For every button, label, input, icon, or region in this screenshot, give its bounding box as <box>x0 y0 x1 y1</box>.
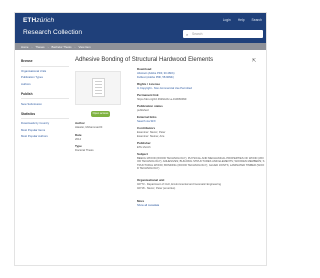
field-value: published <box>137 109 149 112</box>
sidebar-item-organisational-units[interactable]: Organisational Units <box>21 69 69 73</box>
divider <box>21 118 69 120</box>
sidebar-item-downloads-by-country[interactable]: Downloads by Country <box>21 121 69 125</box>
search-icon: ⌕ <box>186 31 189 37</box>
document-icon <box>92 78 105 97</box>
search-placeholder: Search <box>192 32 203 36</box>
field-label: Date <box>75 133 82 137</box>
header-bar: ETHzürich Login Help Search Research Col… <box>15 13 266 43</box>
field-publisher: Publisher ETH Zurich <box>137 141 265 149</box>
field-rights: Rights / License In Copyright - Non-Comm… <box>137 82 265 90</box>
breadcrumb-separator: › <box>74 45 76 49</box>
subject-keywords[interactable]: BEECH WOOD (WOOD TECHNOLOGY); PHYSICAL A… <box>137 157 265 171</box>
divider <box>21 65 69 67</box>
divider <box>21 98 69 100</box>
sidebar-item-authors[interactable]: Authors <box>21 82 69 86</box>
nav-help[interactable]: Help <box>238 18 245 22</box>
field-external-links: External links Search via SFX <box>137 115 265 123</box>
contributor[interactable]: Examiner: Steiner, Arie <box>137 135 265 138</box>
fulltext-pdf-link[interactable]: Fulltext (Adobe PDF, 58.90Mb) <box>137 76 265 79</box>
sidebar-item-most-popular-items[interactable]: Most Popular Items <box>21 128 69 132</box>
sidebar-heading-statistics: Statistics <box>21 111 36 116</box>
breadcrumb-home[interactable]: Home <box>21 45 28 49</box>
field-organisational-unit: Organisational unit 02773 - Department o… <box>137 178 265 191</box>
item-title: Adhesive Bonding of Structural Hardwood … <box>75 57 214 63</box>
document-thumbnail[interactable] <box>75 71 121 105</box>
sidebar-heading-publish: Publish <box>21 91 33 96</box>
field-label: Rights / License <box>137 82 161 86</box>
field-label: Publisher <box>137 141 151 145</box>
org-unit-link[interactable]: 02718 - Niemz, Peter (emeritus) <box>137 187 265 190</box>
sidebar-item-most-popular-authors[interactable]: Most Popular Authors <box>21 134 69 138</box>
field-date: Date 2014 <box>75 133 127 141</box>
field-label: Subject <box>137 152 148 156</box>
field-label: Publication status <box>137 104 163 108</box>
breadcrumb-type[interactable]: Bachelor Thesis <box>52 45 72 49</box>
field-author: Author Hässler, Mohammad R. <box>75 121 127 129</box>
logo-light: zürich <box>36 17 55 24</box>
sidebar: Browse Organisational Units Publication … <box>21 55 69 138</box>
field-subject: Subject BEECH WOOD (WOOD TECHNOLOGY); PH… <box>137 152 265 171</box>
breadcrumb-current: View Item <box>78 45 91 49</box>
field-label: Author <box>75 121 85 125</box>
field-contributors: Contributors Examiner: Niemz, Peter Exam… <box>137 126 265 139</box>
author-link[interactable]: Hässler, Mohammad R. <box>75 126 127 129</box>
sidebar-item-new-submission[interactable]: New Submission <box>21 102 69 106</box>
export-icon[interactable]: ⇱ <box>252 58 256 64</box>
search-input[interactable]: ⌕ Search <box>183 30 263 38</box>
field-label: Type <box>75 144 82 148</box>
org-unit-link[interactable]: 02773 - Department of Civil, Environment… <box>137 183 265 186</box>
sidebar-heading-browse: Browse <box>21 59 33 63</box>
breadcrumb-theses[interactable]: Theses <box>35 45 44 49</box>
field-label: More <box>137 199 145 203</box>
sfx-link[interactable]: Search via SFX <box>137 120 265 123</box>
top-nav: Login Help Search <box>223 18 262 22</box>
nav-login[interactable]: Login <box>223 18 231 22</box>
breadcrumb: Home › Theses › Bachelor Thesis › View Item <box>15 43 266 50</box>
abstract-pdf-link[interactable]: Abstract (Adobe PDF, 30.46Kb) <box>137 72 265 75</box>
field-permanent-link: Permanent link https://doi.org/10.3929/e… <box>137 93 265 101</box>
page: ETHzürich Login Help Search Research Col… <box>14 12 267 266</box>
permanent-link[interactable]: https://doi.org/10.3929/ethz-a-010666999 <box>137 98 265 101</box>
field-value: 2014 <box>75 138 81 141</box>
eth-logo[interactable]: ETHzürich <box>23 17 54 24</box>
contributor[interactable]: Examiner: Niemz, Peter <box>137 131 265 134</box>
logo-bold: ETH <box>23 17 37 24</box>
field-download: Download Abstract (Adobe PDF, 30.46Kb) F… <box>137 67 265 80</box>
open-access-button[interactable]: Open access <box>91 111 110 117</box>
field-label: External links <box>137 115 157 119</box>
field-value: Doctoral Thesis <box>75 149 94 152</box>
field-type: Type Doctoral Thesis <box>75 144 127 152</box>
field-label: Organisational unit <box>137 178 165 182</box>
site-title[interactable]: Research Collection <box>23 29 82 36</box>
field-label: Download <box>137 67 152 71</box>
field-label: Permanent link <box>137 93 159 97</box>
field-more: More Show all metadata <box>137 199 265 207</box>
breadcrumb-separator: › <box>31 45 33 49</box>
field-value: ETH Zurich <box>137 146 151 149</box>
show-all-metadata-link[interactable]: Show all metadata <box>137 204 265 207</box>
field-publication-status: Publication status published <box>137 104 265 112</box>
sidebar-item-publication-types[interactable]: Publication Types <box>21 75 69 79</box>
breadcrumb-separator: › <box>47 45 49 49</box>
nav-search[interactable]: Search <box>252 18 262 22</box>
field-label: Contributors <box>137 126 156 130</box>
license-link[interactable]: In Copyright - Non-Commercial Use Permit… <box>137 87 265 90</box>
